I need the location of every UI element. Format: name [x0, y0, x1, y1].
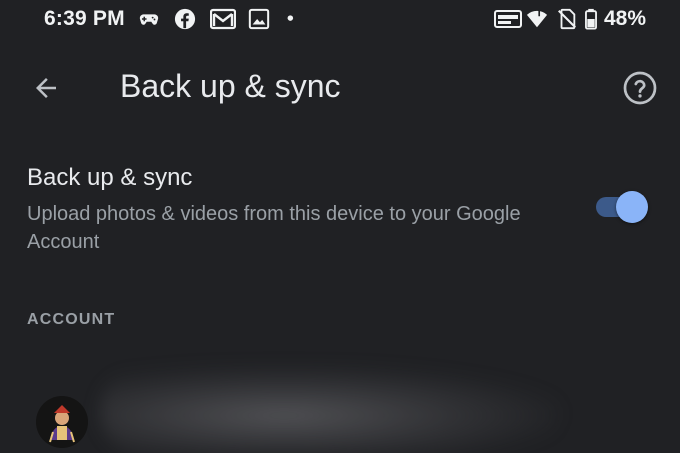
setting-description: Upload photos & videos from this device … [27, 203, 521, 253]
hd-voice-icon [494, 10, 522, 28]
app-bar: Back up & sync [0, 44, 680, 134]
avatar-image [36, 396, 88, 448]
setting-title: Back up & sync [27, 164, 193, 191]
help-circle-icon [623, 71, 657, 105]
arrow-left-icon [36, 78, 56, 98]
status-bar: 6:39 PM 48% [0, 0, 680, 44]
avatar [36, 396, 88, 448]
no-sim-icon [558, 8, 576, 30]
page-title: Back up & sync [120, 68, 341, 104]
facebook-icon [174, 8, 196, 30]
back-button[interactable] [22, 66, 70, 110]
battery-icon [585, 8, 597, 30]
battery-percent: 48% [604, 7, 647, 30]
dot-icon [287, 15, 294, 21]
status-time: 6:39 PM [44, 7, 125, 30]
account-info-blurred [100, 366, 560, 453]
account-section-header: ACCOUNT [27, 311, 116, 328]
backup-sync-toggle[interactable] [594, 190, 650, 224]
gamepad-icon [139, 14, 159, 25]
photos-icon [248, 8, 270, 30]
account-row[interactable] [0, 360, 680, 453]
help-button[interactable] [616, 64, 664, 112]
wifi-icon [526, 10, 548, 28]
toggle-thumb [616, 191, 648, 223]
gmail-icon [210, 8, 236, 30]
backup-sync-setting[interactable]: Back up & sync Upload photos & videos fr… [0, 150, 680, 265]
